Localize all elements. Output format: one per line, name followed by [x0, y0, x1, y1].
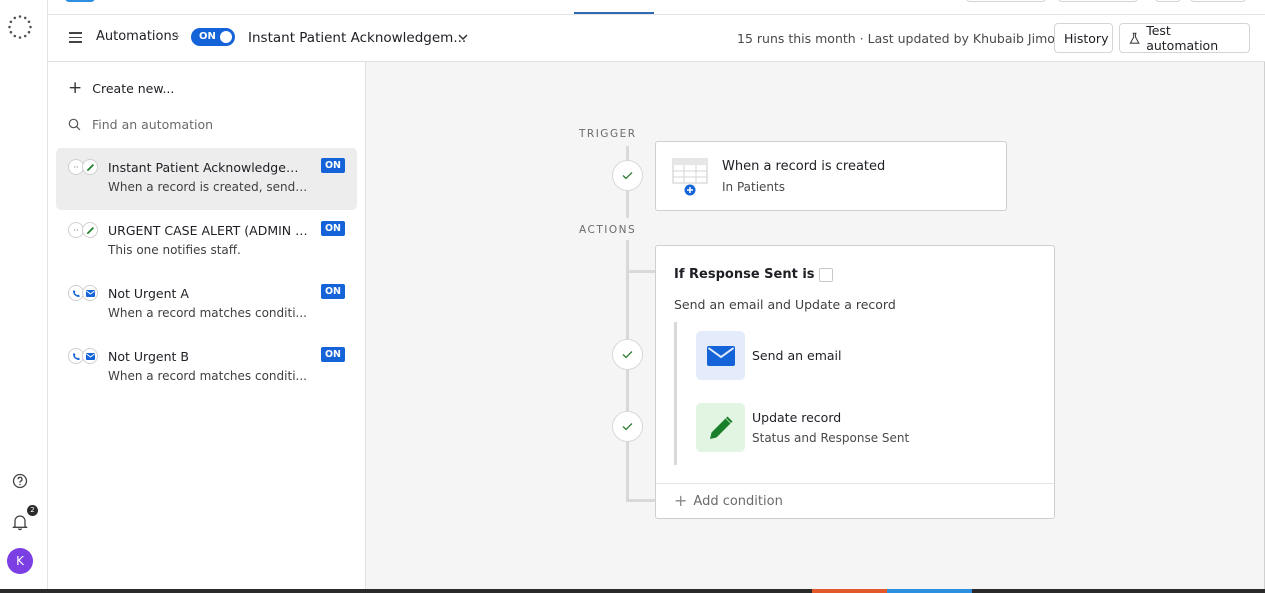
taskbar-segment [887, 589, 972, 593]
actions-section-label: ACTIONS [579, 224, 637, 236]
condition-title: If Response Sent is [674, 267, 815, 282]
test-automation-label: Test automation [1146, 23, 1219, 53]
condition-checkbox[interactable] [818, 267, 833, 282]
item-icons [68, 285, 100, 303]
create-new-label: Create new... [92, 81, 175, 96]
update-step-check-icon [612, 411, 643, 442]
trigger-section-label: TRIGGER [579, 128, 637, 140]
mail-icon [82, 348, 98, 364]
list-item[interactable]: Not Urgent B When a record matches condi… [56, 337, 357, 399]
status-badge: ON [321, 284, 345, 299]
add-condition-label: Add condition [693, 493, 783, 509]
runs-info: 15 runs this month · Last updated by Khu… [737, 31, 1063, 46]
status-badge: ON [321, 158, 345, 173]
notification-badge: 2 [27, 505, 38, 516]
automation-toggle[interactable]: ON [191, 28, 235, 46]
top-strip-button[interactable] [65, 0, 95, 2]
item-title: Not Urgent A [108, 286, 189, 301]
chevron-right-icon: › [175, 29, 180, 43]
search-placeholder: Find an automation [92, 117, 214, 132]
email-step-check-icon [612, 339, 643, 370]
bottom-taskbar-edge [0, 589, 1265, 593]
update-record-subtitle: Status and Response Sent [752, 431, 910, 445]
top-strip-pill[interactable] [1155, 0, 1181, 2]
plus-icon: + [674, 491, 688, 510]
update-record-step[interactable]: Update record [752, 410, 841, 425]
flask-icon [1129, 32, 1140, 44]
item-icons: ·· [68, 159, 100, 177]
status-badge: ON [321, 221, 345, 236]
pencil-icon[interactable] [696, 403, 745, 452]
pencil-icon [82, 222, 98, 238]
mail-icon[interactable] [696, 331, 745, 380]
trigger-card[interactable]: When a record is created In Patients [655, 141, 1007, 211]
menu-icon[interactable] [69, 32, 82, 44]
trigger-subtitle: In Patients [722, 180, 785, 194]
toggle-label: ON [199, 31, 216, 42]
plus-icon: + [68, 78, 83, 98]
branch-connector-top [626, 270, 656, 273]
table-add-icon [672, 158, 708, 196]
trigger-title: When a record is created [722, 159, 886, 174]
pencil-icon [82, 159, 98, 175]
add-condition-button[interactable]: + Add condition [674, 493, 783, 509]
history-button[interactable]: History [1054, 23, 1113, 53]
taskbar-segment [812, 589, 887, 593]
top-strip-pill[interactable] [1190, 0, 1246, 2]
app-logo-icon[interactable] [7, 14, 33, 40]
list-item[interactable]: ·· Instant Patient Acknowledgemen... Whe… [56, 148, 357, 210]
item-icons [68, 348, 100, 366]
item-description: When a record matches conditi... [108, 306, 307, 320]
top-strip-pill[interactable] [1058, 0, 1138, 2]
test-automation-button[interactable]: Test automation [1119, 23, 1250, 53]
item-description: When a record matches conditi... [108, 369, 307, 383]
steps-group-bar [674, 322, 677, 465]
search-icon [68, 118, 81, 131]
list-item[interactable]: ·· URGENT CASE ALERT (ADMIN O... This on… [56, 211, 357, 273]
condition-summary: Send an email and Update a record [674, 297, 896, 312]
branch-connector-bottom [626, 499, 656, 502]
chevron-down-icon[interactable] [457, 32, 469, 42]
app-window: 2 K Automations › ON Instant Patient Ack… [0, 0, 1265, 593]
top-strip-pill[interactable] [966, 0, 1046, 2]
active-tab-indicator [574, 12, 654, 14]
condition-card[interactable]: If Response Sent is Send an email and Up… [655, 245, 1055, 519]
trigger-check-icon [612, 160, 643, 191]
toggle-knob [220, 31, 232, 43]
item-description: This one notifies staff. [108, 243, 241, 257]
status-badge: ON [321, 347, 345, 362]
avatar[interactable]: K [7, 548, 33, 574]
automation-name[interactable]: Instant Patient Acknowledgem... [248, 30, 466, 46]
mail-icon [82, 285, 98, 301]
item-title: URGENT CASE ALERT (ADMIN O... [108, 223, 308, 238]
create-new-button[interactable]: + Create new... [68, 80, 174, 97]
bell-icon[interactable] [11, 513, 29, 531]
send-email-step[interactable]: Send an email [752, 348, 841, 363]
top-strip [48, 0, 1265, 15]
list-item[interactable]: Not Urgent A When a record matches condi… [56, 274, 357, 336]
item-icons: ·· [68, 222, 100, 240]
condition-header[interactable]: If Response Sent is [674, 267, 833, 282]
automation-list-sidebar: + Create new... Find an automation ·· In… [48, 62, 366, 593]
item-description: When a record is created, send ... [108, 180, 308, 194]
divider [656, 483, 1054, 484]
help-icon[interactable] [12, 473, 28, 489]
automation-canvas: TRIGGER ACTIONS When a record is created… [366, 62, 1265, 593]
search-input[interactable]: Find an automation [68, 117, 213, 132]
breadcrumb[interactable]: Automations [96, 29, 179, 44]
item-title: Not Urgent B [108, 349, 189, 364]
actions-connector-line [626, 240, 629, 502]
left-rail: 2 K [0, 0, 48, 593]
item-title: Instant Patient Acknowledgemen... [108, 160, 308, 175]
automation-header: Automations › ON Instant Patient Acknowl… [48, 15, 1265, 62]
